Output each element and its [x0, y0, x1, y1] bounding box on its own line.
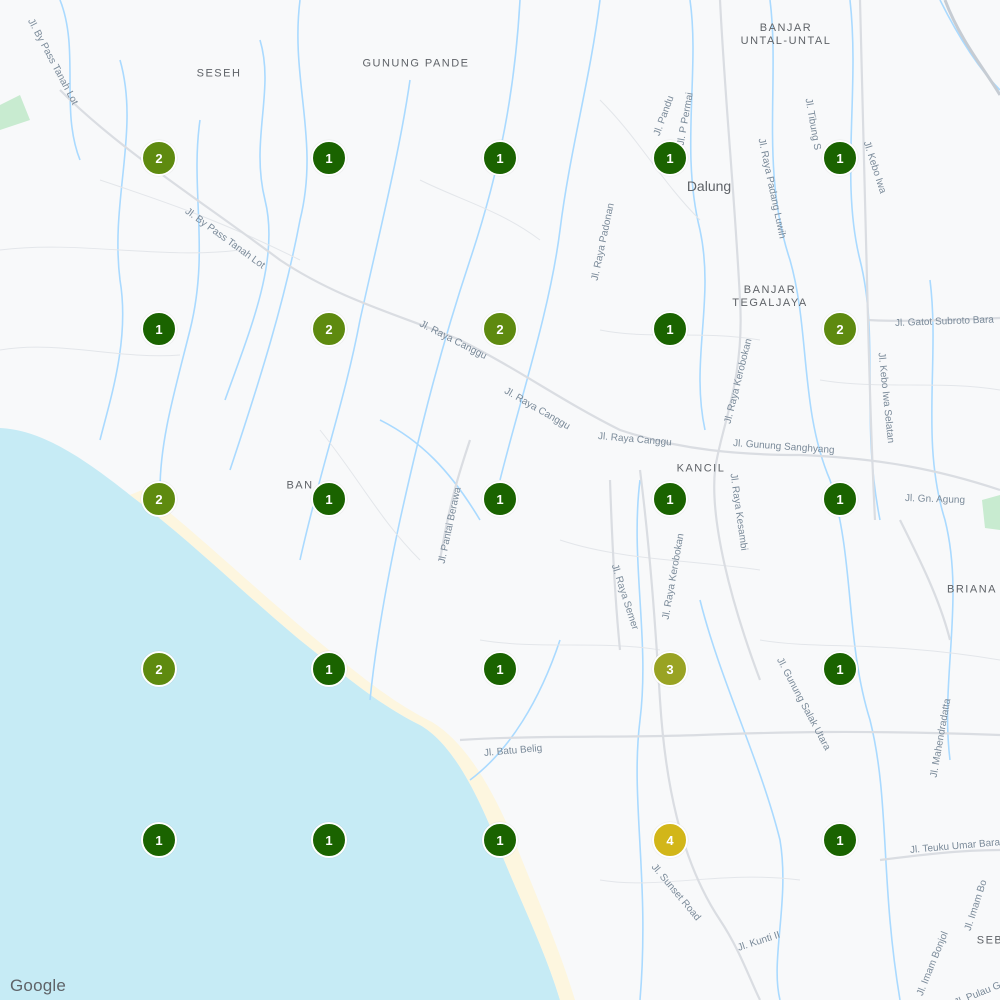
- cluster-marker[interactable]: 1: [652, 140, 688, 176]
- town-label-dalung: Dalung: [686, 178, 732, 194]
- cluster-marker[interactable]: 1: [822, 822, 858, 858]
- cluster-marker[interactable]: 1: [311, 651, 347, 687]
- area-label-banjar-left: BAN: [286, 479, 314, 492]
- cluster-marker[interactable]: 4: [652, 822, 688, 858]
- area-label-gunung-pande: GUNUNG PANDE: [362, 57, 470, 70]
- cluster-marker[interactable]: 2: [141, 651, 177, 687]
- cluster-marker[interactable]: 1: [311, 481, 347, 517]
- area-label-sebe: SEB: [976, 934, 1000, 947]
- cluster-marker[interactable]: 1: [822, 140, 858, 176]
- park-area: [982, 495, 1000, 530]
- cluster-marker[interactable]: 1: [482, 651, 518, 687]
- cluster-marker[interactable]: 3: [652, 651, 688, 687]
- cluster-marker[interactable]: 1: [652, 311, 688, 347]
- cluster-marker[interactable]: 2: [141, 481, 177, 517]
- cluster-marker[interactable]: 1: [311, 822, 347, 858]
- cluster-marker[interactable]: 1: [141, 822, 177, 858]
- cluster-marker[interactable]: 1: [141, 311, 177, 347]
- cluster-marker[interactable]: 1: [652, 481, 688, 517]
- cluster-marker[interactable]: 1: [822, 651, 858, 687]
- cluster-marker[interactable]: 1: [311, 140, 347, 176]
- cluster-marker[interactable]: 1: [482, 822, 518, 858]
- area-label-briana: BRIANA: [947, 583, 997, 596]
- google-logo[interactable]: Google: [10, 976, 66, 996]
- cluster-marker[interactable]: 2: [311, 311, 347, 347]
- area-label-banjar-untal-untal: BANJAR UNTAL-UNTAL: [740, 22, 832, 47]
- road-label-gn-agung: Jl. Gn. Agung: [904, 493, 966, 507]
- map-canvas[interactable]: BANJAR UNTAL-UNTAL SESEH GUNUNG PANDE BA…: [0, 0, 1000, 1000]
- cluster-marker[interactable]: 1: [482, 140, 518, 176]
- cluster-marker[interactable]: 1: [482, 481, 518, 517]
- cluster-marker[interactable]: 2: [822, 311, 858, 347]
- cluster-marker[interactable]: 1: [822, 481, 858, 517]
- cluster-marker[interactable]: 2: [482, 311, 518, 347]
- highway-ne: [943, 0, 1000, 96]
- area-label-kancil: KANCIL: [676, 462, 726, 475]
- cluster-marker[interactable]: 2: [141, 140, 177, 176]
- area-label-seseh: SESEH: [196, 67, 242, 80]
- area-label-banjar-tegaljaya: BANJAR TEGALJAYA: [732, 284, 808, 309]
- park-area-corner: [0, 95, 30, 130]
